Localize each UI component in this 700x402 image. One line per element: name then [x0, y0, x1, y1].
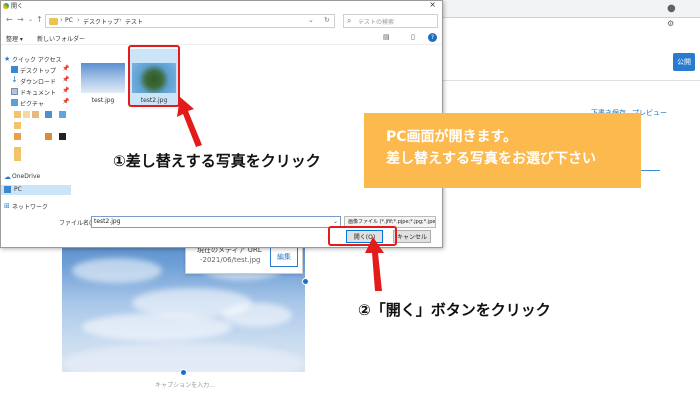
- network-icon: ⊞: [4, 202, 10, 210]
- forward-arrow-icon[interactable]: →: [17, 15, 24, 24]
- refresh-icon[interactable]: ↻: [324, 16, 330, 24]
- step1-instruction: ①差し替えする写真をクリック: [113, 152, 321, 170]
- close-icon[interactable]: ×: [429, 0, 436, 9]
- breadcrumb-test[interactable]: テスト: [125, 17, 143, 26]
- media-edit-button[interactable]: 編集: [270, 247, 298, 267]
- folder-icon: [59, 133, 66, 140]
- resize-handle-bottom[interactable]: [180, 369, 187, 376]
- breadcrumb-pc[interactable]: PC: [65, 17, 73, 24]
- pin-icon: 📌: [62, 87, 70, 94]
- dialog-title: 開く: [11, 3, 24, 10]
- cancel-button[interactable]: キャンセル: [393, 230, 431, 243]
- search-placeholder: テストの検索: [358, 19, 395, 26]
- nav-desktop[interactable]: デスクトップ 📌: [1, 65, 71, 75]
- navigation-pane: ★ クイック アクセス デスクトップ 📌 ↓ ダウンロード 📌 ドキュメント 📌…: [1, 47, 71, 211]
- caption-input[interactable]: キャプションを入力...: [120, 380, 250, 389]
- nav-pictures[interactable]: ピクチャ 📌: [1, 98, 71, 108]
- step2-instruction: ②「開く」ボタンをクリック: [358, 301, 551, 319]
- view-options-icon[interactable]: ▤: [383, 33, 390, 41]
- address-bar[interactable]: › PC › デスクトップ › テスト ⌄ ↻: [45, 14, 335, 28]
- folder-icon: [14, 111, 21, 118]
- desktop-icon: [11, 66, 18, 73]
- document-icon: [11, 88, 18, 95]
- settings-icon[interactable]: ⚙: [667, 19, 674, 28]
- cloud-icon: ☁: [4, 173, 11, 181]
- star-icon: ★: [4, 55, 11, 63]
- callout-line-1: PC画面が開きます。: [386, 129, 518, 145]
- organize-menu[interactable]: 整理 ▾: [6, 34, 23, 43]
- breadcrumb-desktop[interactable]: デスクトップ: [83, 17, 119, 26]
- folder-icon: [45, 111, 52, 118]
- search-input[interactable]: ⌕ テストの検索: [343, 14, 438, 28]
- publish-button[interactable]: 公開: [673, 53, 695, 71]
- folder-icon: [14, 133, 21, 140]
- folder-icon: [49, 18, 58, 25]
- folder-icon: [59, 111, 66, 118]
- pictures-icon: [11, 99, 18, 106]
- dialog-toolbar: 整理 ▾ 新しいフォルダー ▤ ▯ ?: [1, 31, 442, 45]
- computer-icon: [4, 186, 11, 193]
- nav-network[interactable]: ⊞ ネットワーク: [1, 201, 71, 211]
- thumbnail-sky: [81, 63, 125, 93]
- folder-icon: [14, 147, 21, 161]
- folder-icon: [23, 111, 30, 118]
- nav-downloads[interactable]: ↓ ダウンロード 📌: [1, 75, 71, 86]
- info-callout: PC画面が開きます。 差し替えする写真をお選び下さい: [364, 113, 641, 188]
- download-icon: ↓: [11, 75, 18, 84]
- callout-line-2: 差し替えする写真をお選び下さい: [386, 151, 596, 167]
- back-arrow-icon[interactable]: ←: [6, 15, 13, 24]
- address-row: ← → ⌄ ↑ › PC › デスクトップ › テスト ⌄ ↻ ⌕ テストの検索: [1, 12, 442, 30]
- nav-documents[interactable]: ドキュメント 📌: [1, 87, 71, 97]
- new-folder-button[interactable]: 新しいフォルダー: [37, 34, 85, 43]
- up-arrow-icon[interactable]: ↑: [36, 15, 43, 24]
- folder-icon: [32, 111, 39, 118]
- arrow-up-icon: [365, 237, 384, 291]
- pin-icon: 📌: [62, 76, 70, 83]
- app-icon: [3, 3, 9, 9]
- resize-handle-right[interactable]: [302, 278, 309, 285]
- folder-icon: [45, 133, 52, 140]
- arrow-up-left-icon: [177, 97, 202, 147]
- filename-input[interactable]: test2.jpg ⌄: [91, 216, 341, 228]
- pin-icon: 📌: [62, 98, 70, 105]
- address-dropdown-icon[interactable]: ⌄: [308, 16, 314, 24]
- preview-pane-icon[interactable]: ▯: [411, 33, 415, 41]
- nav-onedrive[interactable]: ☁ OneDrive: [1, 172, 71, 182]
- file-test-jpg[interactable]: test.jpg: [78, 49, 128, 107]
- recent-chevron-icon[interactable]: ⌄: [28, 16, 33, 23]
- nav-pc[interactable]: PC: [1, 185, 71, 195]
- profile-icon[interactable]: ●: [667, 3, 676, 14]
- help-icon[interactable]: ?: [428, 33, 437, 42]
- pin-icon: 📌: [62, 65, 70, 72]
- media-url-text[interactable]: -2021/06/test.jpg: [200, 256, 260, 264]
- dialog-titlebar: 開く ×: [1, 0, 442, 12]
- folder-icon: [14, 122, 21, 129]
- search-icon: ⌕: [347, 16, 352, 25]
- nav-quick-access[interactable]: ★ クイック アクセス: [1, 54, 71, 64]
